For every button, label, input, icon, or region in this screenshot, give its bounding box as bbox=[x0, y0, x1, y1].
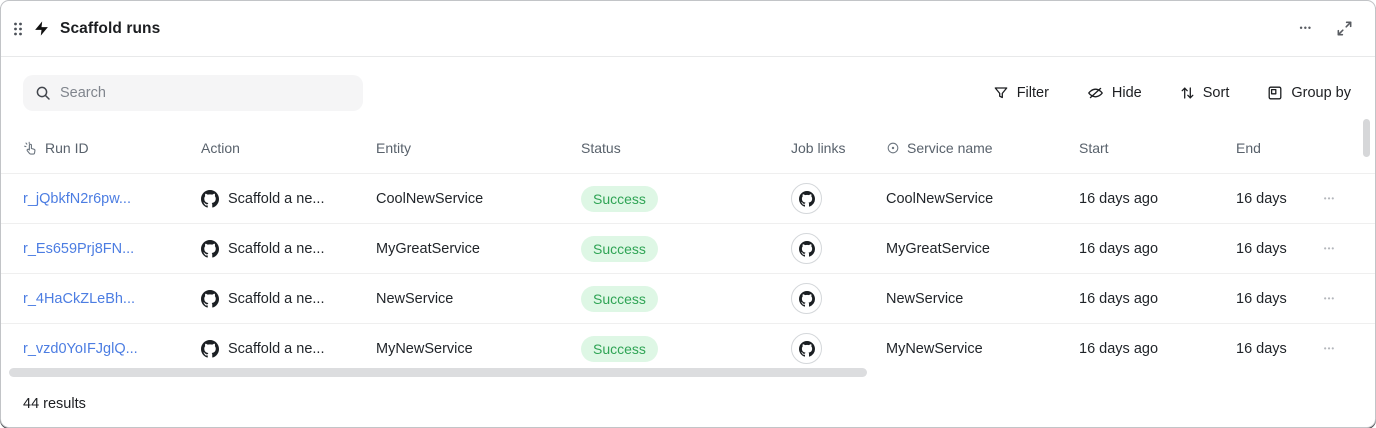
service-name-cell: NewService bbox=[886, 291, 1079, 307]
service-name-cell: MyNewService bbox=[886, 341, 1079, 357]
end-cell: 16 days bbox=[1236, 291, 1306, 307]
column-header-start[interactable]: Start bbox=[1079, 140, 1236, 156]
widget-header: Scaffold runs ••• bbox=[1, 1, 1375, 57]
table-row: r_4HaCkZLeBh... Scaffold a ne... NewServ… bbox=[1, 273, 1375, 323]
search-box[interactable] bbox=[23, 75, 363, 111]
search-icon bbox=[35, 85, 51, 101]
group-by-icon bbox=[1267, 85, 1283, 101]
row-menu-icon[interactable]: ••• bbox=[1324, 295, 1335, 303]
column-header-status[interactable]: Status bbox=[581, 140, 791, 156]
drag-handle-icon[interactable] bbox=[13, 21, 23, 37]
github-icon bbox=[201, 340, 219, 358]
table-header-row: Run ID Action Entity Status Job links Se… bbox=[1, 123, 1375, 173]
run-id-link[interactable]: r_Es659Prj8FN... bbox=[23, 241, 134, 257]
job-link-github-icon[interactable] bbox=[791, 183, 822, 214]
end-cell: 16 days bbox=[1236, 191, 1306, 207]
entity-cell: MyNewService bbox=[376, 341, 581, 357]
search-input[interactable] bbox=[60, 85, 351, 101]
github-icon bbox=[201, 190, 219, 208]
blueprint-icon bbox=[886, 141, 900, 155]
sort-button[interactable]: Sort bbox=[1178, 81, 1232, 105]
column-header-action[interactable]: Action bbox=[201, 140, 376, 156]
sort-label: Sort bbox=[1203, 85, 1230, 101]
job-link-github-icon[interactable] bbox=[791, 333, 822, 364]
status-badge: Success bbox=[581, 336, 658, 362]
action-cell: Scaffold a ne... bbox=[201, 340, 376, 358]
column-label: Status bbox=[581, 140, 621, 156]
end-cell: 16 days bbox=[1236, 341, 1306, 357]
group-by-button[interactable]: Group by bbox=[1265, 81, 1353, 105]
start-cell: 16 days ago bbox=[1079, 341, 1236, 357]
action-label: Scaffold a ne... bbox=[228, 191, 334, 207]
column-header-service-name[interactable]: Service name bbox=[886, 140, 1079, 156]
start-cell: 16 days ago bbox=[1079, 291, 1236, 307]
row-menu-icon[interactable]: ••• bbox=[1324, 245, 1335, 253]
column-label: Run ID bbox=[45, 140, 89, 156]
column-label: Entity bbox=[376, 140, 411, 156]
job-link-github-icon[interactable] bbox=[791, 233, 822, 264]
row-menu-icon[interactable]: ••• bbox=[1324, 345, 1335, 353]
entity-cell: MyGreatService bbox=[376, 241, 581, 257]
column-header-entity[interactable]: Entity bbox=[376, 140, 581, 156]
widget-title: Scaffold runs bbox=[60, 20, 160, 38]
service-name-cell: CoolNewService bbox=[886, 191, 1079, 207]
hide-label: Hide bbox=[1112, 85, 1142, 101]
column-label: Start bbox=[1079, 140, 1109, 156]
toolbar-actions: Filter Hide Sort bbox=[991, 81, 1353, 105]
column-label: End bbox=[1236, 140, 1261, 156]
job-link-github-icon[interactable] bbox=[791, 283, 822, 314]
action-cell: Scaffold a ne... bbox=[201, 190, 376, 208]
status-badge: Success bbox=[581, 286, 658, 312]
filter-button[interactable]: Filter bbox=[991, 81, 1051, 105]
table-toolbar: Filter Hide Sort bbox=[1, 57, 1375, 123]
action-cell: Scaffold a ne... bbox=[201, 290, 376, 308]
service-name-cell: MyGreatService bbox=[886, 241, 1079, 257]
scaffold-runs-widget: Scaffold runs ••• bbox=[0, 0, 1376, 428]
status-badge: Success bbox=[581, 186, 658, 212]
table-body: r_jQbkfN2r6pw... Scaffold a ne... CoolNe… bbox=[1, 173, 1375, 373]
more-options-icon[interactable]: ••• bbox=[1292, 22, 1320, 35]
entity-cell: NewService bbox=[376, 291, 581, 307]
github-icon bbox=[201, 240, 219, 258]
run-id-link[interactable]: r_4HaCkZLeBh... bbox=[23, 291, 135, 307]
action-label: Scaffold a ne... bbox=[228, 241, 334, 257]
results-count: 44 results bbox=[23, 396, 86, 412]
action-label: Scaffold a ne... bbox=[228, 341, 334, 357]
click-icon bbox=[23, 141, 38, 156]
end-cell: 16 days bbox=[1236, 241, 1306, 257]
column-label: Service name bbox=[907, 140, 993, 156]
table-row: r_vzd0YoIFJglQ... Scaffold a ne... MyNew… bbox=[1, 323, 1375, 373]
sort-icon bbox=[1180, 85, 1195, 101]
row-menu-icon[interactable]: ••• bbox=[1324, 195, 1335, 203]
table-row: r_jQbkfN2r6pw... Scaffold a ne... CoolNe… bbox=[1, 173, 1375, 223]
table-row: r_Es659Prj8FN... Scaffold a ne... MyGrea… bbox=[1, 223, 1375, 273]
github-icon bbox=[201, 290, 219, 308]
column-header-run-id[interactable]: Run ID bbox=[23, 140, 201, 156]
filter-icon bbox=[993, 85, 1009, 101]
column-label: Action bbox=[201, 140, 240, 156]
run-id-link[interactable]: r_vzd0YoIFJglQ... bbox=[23, 341, 138, 357]
vertical-scrollbar[interactable] bbox=[1363, 119, 1370, 157]
start-cell: 16 days ago bbox=[1079, 241, 1236, 257]
eye-off-icon bbox=[1087, 85, 1104, 101]
run-id-link[interactable]: r_jQbkfN2r6pw... bbox=[23, 191, 131, 207]
status-badge: Success bbox=[581, 236, 658, 262]
action-label: Scaffold a ne... bbox=[228, 291, 334, 307]
action-cell: Scaffold a ne... bbox=[201, 240, 376, 258]
widget-footer: 44 results bbox=[1, 375, 1375, 427]
filter-label: Filter bbox=[1017, 85, 1049, 101]
column-header-end[interactable]: End bbox=[1236, 140, 1306, 156]
column-header-job-links[interactable]: Job links bbox=[791, 140, 886, 156]
lightning-bolt-icon bbox=[33, 20, 50, 37]
entity-cell: CoolNewService bbox=[376, 191, 581, 207]
column-label: Job links bbox=[791, 140, 845, 156]
start-cell: 16 days ago bbox=[1079, 191, 1236, 207]
hide-button[interactable]: Hide bbox=[1085, 81, 1144, 105]
expand-icon[interactable] bbox=[1334, 18, 1355, 39]
group-by-label: Group by bbox=[1291, 85, 1351, 101]
